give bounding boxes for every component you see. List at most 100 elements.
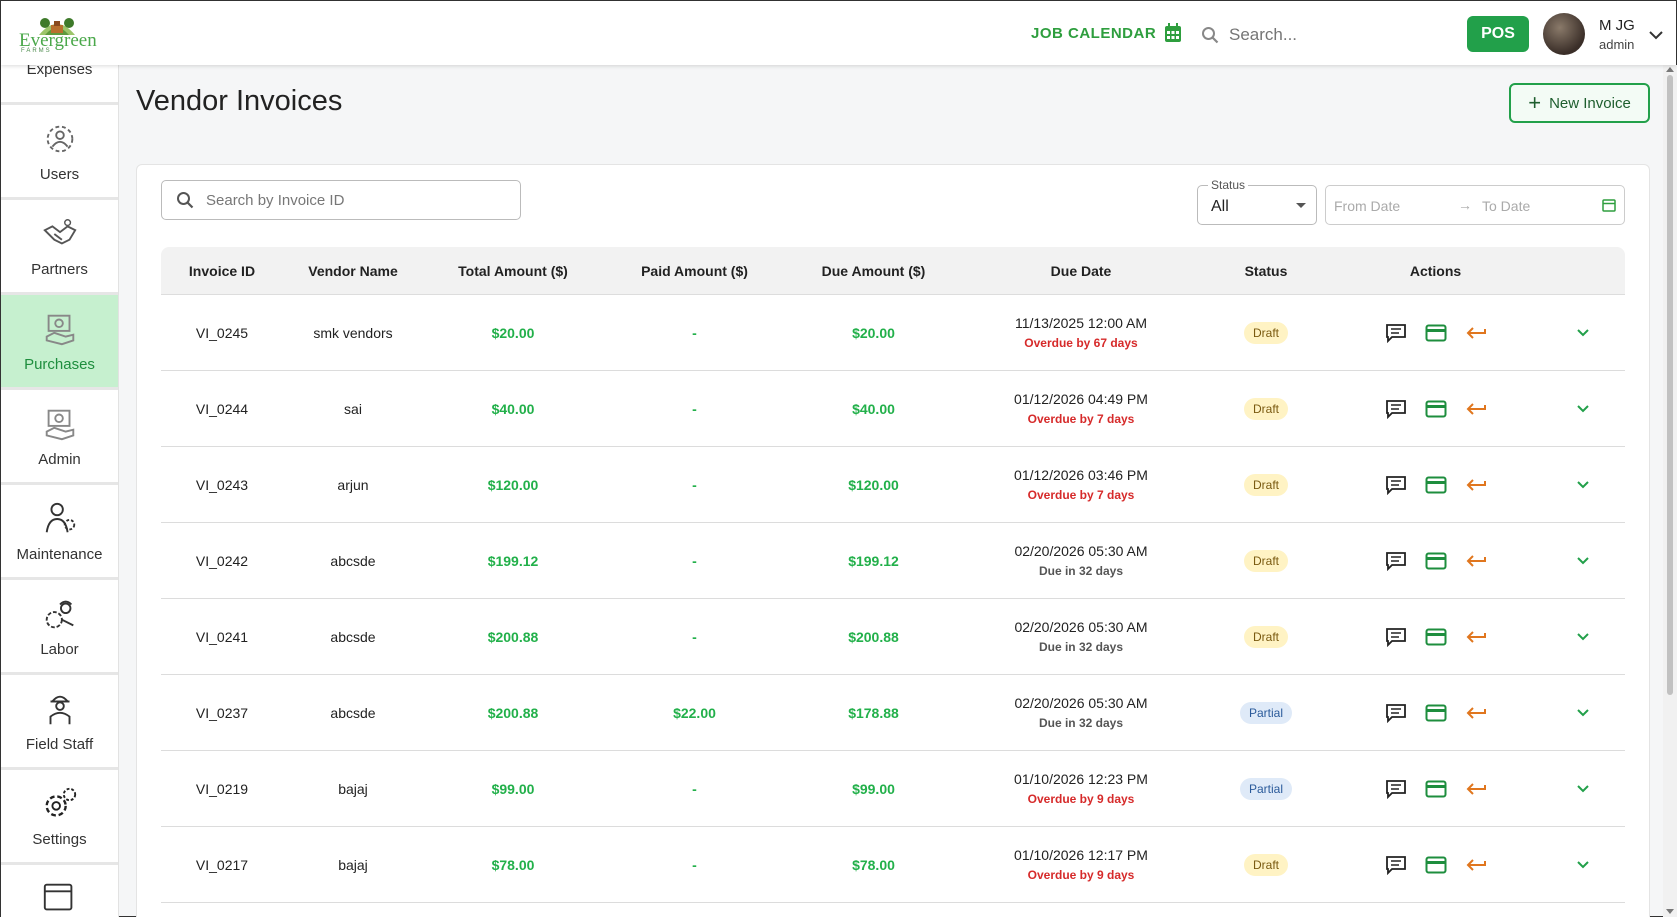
table-row[interactable]: VI_0242 abcsde $199.12 - $199.12 02/20/2026 0… — [161, 523, 1625, 599]
return-arrow-icon[interactable] — [1465, 781, 1487, 797]
comment-icon[interactable] — [1385, 779, 1407, 799]
payment-card-icon[interactable] — [1425, 780, 1447, 798]
new-invoice-label: New Invoice — [1549, 94, 1631, 112]
job-calendar-link[interactable]: JOB CALENDAR — [1031, 23, 1182, 43]
invoice-id[interactable]: VI_0219 — [161, 781, 283, 797]
return-arrow-icon[interactable] — [1465, 629, 1487, 645]
expand-row-chevron-icon[interactable] — [1540, 632, 1625, 642]
comment-icon[interactable] — [1385, 323, 1407, 343]
comment-icon[interactable] — [1385, 475, 1407, 495]
comment-icon[interactable] — [1385, 399, 1407, 419]
sidebar-item-maintenance[interactable]: Maintenance — [1, 485, 118, 580]
scroll-thumb[interactable] — [1667, 75, 1673, 695]
scroll-up-icon[interactable] — [1666, 67, 1674, 72]
payment-card-icon[interactable] — [1425, 856, 1447, 874]
avatar[interactable] — [1543, 13, 1585, 55]
payment-card-icon[interactable] — [1425, 628, 1447, 646]
table-row[interactable]: VI_0219 bajaj $99.00 - $99.00 01/10/2026 12:2… — [161, 751, 1625, 827]
return-arrow-icon[interactable] — [1465, 553, 1487, 569]
to-date-input[interactable]: To Date — [1482, 198, 1530, 214]
expand-row-chevron-icon[interactable] — [1540, 556, 1625, 566]
invoice-id[interactable]: VI_0245 — [161, 325, 283, 341]
invoice-search-field[interactable]: Search by Invoice ID — [161, 180, 521, 220]
comment-icon[interactable] — [1385, 627, 1407, 647]
status-badge: Draft — [1243, 321, 1288, 344]
sidebar-item-purchases[interactable]: Purchases — [1, 295, 118, 390]
table-row[interactable]: VI_0244 sai $40.00 - $40.00 01/12/2026 04:49 … — [161, 371, 1625, 447]
return-arrow-icon[interactable] — [1465, 705, 1487, 721]
column-header[interactable]: Due Date — [961, 263, 1201, 279]
sidebar-item-schedule[interactable] — [1, 865, 118, 917]
sidebar-item-field-staff[interactable]: Field Staff — [1, 675, 118, 770]
return-arrow-icon[interactable] — [1465, 401, 1487, 417]
sidebar-item-partners[interactable]: Partners — [1, 200, 118, 295]
users-gear-icon — [46, 125, 73, 152]
due-note: Overdue by 7 days — [1027, 412, 1135, 426]
status-select[interactable]: Status All — [1197, 178, 1317, 225]
total-amount: $99.00 — [491, 780, 535, 797]
expand-row-chevron-icon[interactable] — [1540, 860, 1625, 870]
calendar-icon[interactable] — [1602, 198, 1616, 215]
page-scrollbar[interactable] — [1663, 65, 1677, 917]
sidebar-item-settings[interactable]: Settings — [1, 770, 118, 865]
column-header[interactable]: Invoice ID — [161, 263, 283, 279]
comment-icon[interactable] — [1385, 703, 1407, 723]
payment-card-icon[interactable] — [1425, 400, 1447, 418]
row-actions — [1331, 779, 1540, 799]
invoice-id[interactable]: VI_0217 — [161, 857, 283, 873]
calendar-icon — [1165, 23, 1182, 42]
column-header[interactable]: Paid Amount ($) — [603, 263, 786, 279]
brand-sub: FARMS — [21, 48, 52, 54]
from-date-input[interactable]: From Date — [1334, 198, 1400, 214]
new-invoice-button[interactable]: + New Invoice — [1509, 83, 1650, 123]
return-arrow-icon[interactable] — [1465, 477, 1487, 493]
job-calendar-label: JOB CALENDAR — [1031, 24, 1157, 42]
global-search[interactable] — [1201, 17, 1441, 53]
column-header[interactable]: Vendor Name — [283, 263, 423, 279]
expand-row-chevron-icon[interactable] — [1540, 708, 1625, 718]
invoice-id[interactable]: VI_0241 — [161, 629, 283, 645]
sidebar-item-users[interactable]: Users — [1, 105, 118, 200]
due-amount: $99.00 — [852, 780, 895, 797]
global-search-input[interactable] — [1229, 25, 1429, 45]
return-arrow-icon[interactable] — [1465, 857, 1487, 873]
chevron-down-icon[interactable] — [1649, 27, 1663, 45]
column-header[interactable]: Status — [1201, 263, 1331, 279]
expand-row-chevron-icon[interactable] — [1540, 404, 1625, 414]
status-cell: Draft — [1201, 321, 1331, 344]
payment-card-icon[interactable] — [1425, 476, 1447, 494]
total-amount: $120.00 — [487, 476, 539, 493]
column-header: Actions — [1409, 262, 1462, 279]
due-date: 01/12/2026 04:49 PM — [1014, 391, 1148, 407]
invoice-id[interactable]: VI_0243 — [161, 477, 283, 493]
table-row[interactable]: VI_0241 abcsde $200.88 - $200.88 02/20/2026 0… — [161, 599, 1625, 675]
expand-row-chevron-icon[interactable] — [1540, 328, 1625, 338]
payment-card-icon[interactable] — [1425, 324, 1447, 342]
sidebar-item-labor[interactable]: Labor — [1, 580, 118, 675]
column-header[interactable]: Due Amount ($) — [786, 263, 961, 279]
table-row[interactable]: VI_0245 smk vendors $20.00 - $20.00 11/13/202… — [161, 295, 1625, 371]
invoice-id[interactable]: VI_0244 — [161, 401, 283, 417]
column-header[interactable]: Total Amount ($) — [423, 263, 603, 279]
return-arrow-icon[interactable] — [1465, 325, 1487, 341]
comment-icon[interactable] — [1385, 551, 1407, 571]
sidebar-item-expenses[interactable]: Expenses — [1, 65, 118, 105]
comment-icon[interactable] — [1385, 855, 1407, 875]
table-row[interactable]: VI_0237 abcsde $200.88 $22.00 $178.88 02/20/2… — [161, 675, 1625, 751]
payment-card-icon[interactable] — [1425, 552, 1447, 570]
expand-row-chevron-icon[interactable] — [1540, 480, 1625, 490]
payment-card-icon[interactable] — [1425, 704, 1447, 722]
invoice-id[interactable]: VI_0237 — [161, 705, 283, 721]
invoice-id[interactable]: VI_0242 — [161, 553, 283, 569]
vendor-name: bajaj — [338, 856, 368, 873]
expand-row-chevron-icon[interactable] — [1540, 784, 1625, 794]
caret-down-icon — [1296, 203, 1306, 208]
table-row[interactable]: VI_0243 arjun $120.00 - $120.00 01/12/2026 03… — [161, 447, 1625, 523]
pos-button[interactable]: POS — [1467, 16, 1529, 52]
scroll-down-icon[interactable] — [1666, 909, 1674, 914]
date-range-picker[interactable]: From Date → To Date — [1325, 185, 1625, 225]
table-row[interactable]: VI_0217 bajaj $78.00 - $78.00 01/10/2026 12:1… — [161, 827, 1625, 903]
sidebar-item-admin[interactable]: Admin — [1, 390, 118, 485]
table-header: Invoice ID Vendor Name Total Amount ($) … — [161, 247, 1625, 295]
due-date: 02/20/2026 05:30 AM — [1014, 695, 1148, 711]
